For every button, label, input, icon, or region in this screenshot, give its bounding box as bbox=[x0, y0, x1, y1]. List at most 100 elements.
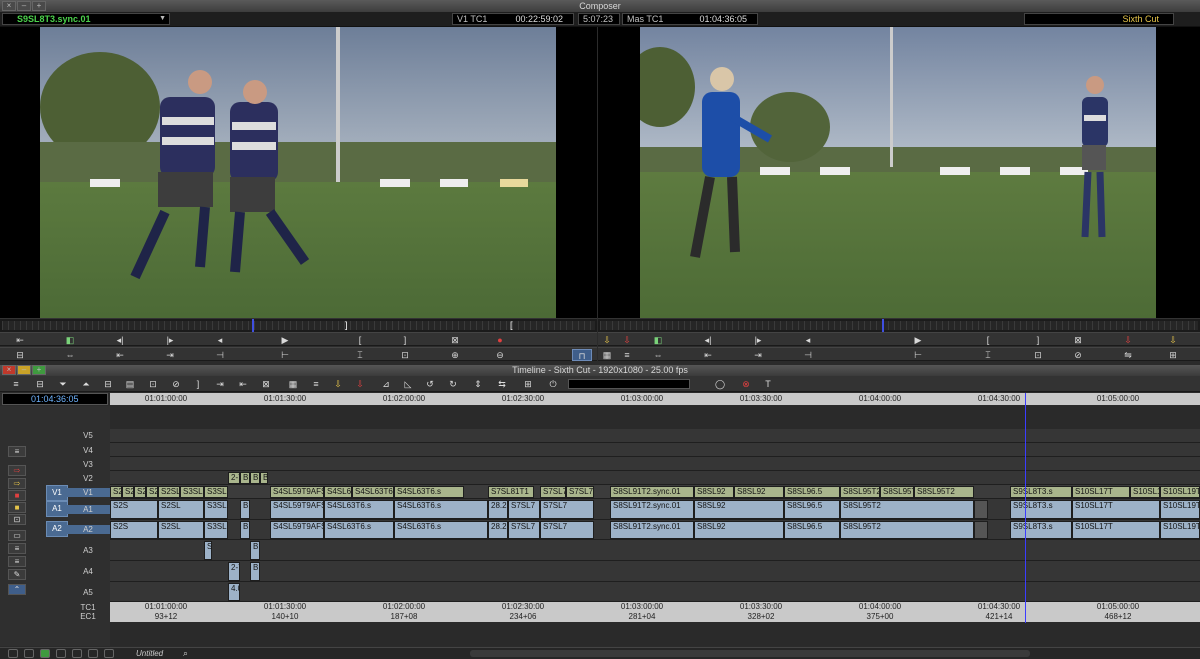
ruler-icon[interactable]: ⊟ bbox=[100, 378, 116, 390]
clip-segment[interactable]: S3SL bbox=[204, 486, 228, 498]
monitor-small-icon[interactable]: ⊡ bbox=[8, 514, 26, 525]
list-toolbar-icon[interactable]: ≡ bbox=[308, 378, 324, 390]
clip-segment[interactable]: S4SL63T6.s bbox=[394, 521, 488, 539]
sequence-name-menu[interactable]: Sixth Cut bbox=[1024, 13, 1174, 25]
match-frame-icon[interactable]: ⊟ bbox=[10, 349, 30, 361]
home-icon[interactable] bbox=[88, 649, 98, 658]
video-quality-icon[interactable]: ⊗ bbox=[738, 378, 754, 390]
source-position-indicator[interactable] bbox=[252, 319, 254, 332]
clip-segment[interactable]: S9SL8T3.s bbox=[1010, 486, 1072, 498]
yellow-marker-icon[interactable]: ■ bbox=[8, 502, 26, 513]
record-position-indicator[interactable] bbox=[882, 319, 884, 332]
timeline-scrollbar[interactable] bbox=[470, 650, 1030, 657]
clip-segment[interactable]: S7SL7 bbox=[540, 486, 566, 498]
track-v4[interactable] bbox=[110, 443, 1200, 457]
go-to-out-record-icon[interactable]: ⇥ bbox=[748, 349, 768, 361]
clip-segment[interactable]: S4SL63T6.s bbox=[324, 500, 394, 519]
clip-segment[interactable]: S2SL bbox=[158, 500, 204, 519]
source-patch-v1[interactable]: V1 bbox=[46, 485, 68, 501]
trim-icon[interactable]: ⊞ bbox=[1163, 349, 1183, 361]
clip-segment[interactable]: S3SL bbox=[204, 521, 228, 539]
play-in-out-record-icon[interactable]: ◧ bbox=[648, 334, 668, 346]
add-edit-icon[interactable]: ⊞ bbox=[520, 378, 536, 390]
clip-segment[interactable]: B bbox=[240, 500, 250, 519]
extract-toolbar-icon[interactable]: ⇩ bbox=[352, 378, 368, 390]
track-a1[interactable]: S2S S2SL S3SL B S4SL59T9AFS S4SL63T6.s S… bbox=[110, 499, 1200, 520]
clip-segment[interactable]: S8SL95T2 bbox=[840, 521, 974, 539]
rewind-record-icon[interactable]: ◂ bbox=[798, 334, 818, 346]
play-in-out-icon[interactable]: ◧ bbox=[60, 334, 80, 346]
go-to-out-icon[interactable]: ⇥ bbox=[160, 349, 180, 361]
clip-segment[interactable]: B bbox=[250, 472, 260, 484]
clip-segment[interactable]: S10SL17T bbox=[1072, 486, 1130, 498]
record-record-icon[interactable]: ⇩ bbox=[1118, 334, 1138, 346]
monitor-icon[interactable]: ⊡ bbox=[145, 378, 161, 390]
play-record-icon[interactable]: ▶ bbox=[908, 334, 928, 346]
source-patch-a2[interactable]: A2 bbox=[46, 521, 68, 537]
list-small-icon[interactable]: ≡ bbox=[8, 543, 26, 554]
lift-icon[interactable]: ⊕ bbox=[445, 349, 465, 361]
tc1-ec1-ruler[interactable]: 01:01:00:00 01:01:30:00 01:02:00:00 01:0… bbox=[110, 602, 1200, 622]
clip-segment[interactable]: S9SL8T3.s bbox=[1010, 500, 1072, 519]
clip-segment[interactable]: S2SL bbox=[158, 486, 180, 498]
track-label-v3[interactable]: V3 bbox=[66, 460, 110, 469]
clip-segment[interactable]: S7SL7 bbox=[508, 500, 540, 519]
play-icon[interactable]: ▶ bbox=[275, 334, 295, 346]
segment-mode-icon[interactable]: ⇋ bbox=[1118, 349, 1138, 361]
clip-segment[interactable]: B bbox=[250, 562, 260, 581]
track-a3[interactable]: S2S B bbox=[110, 540, 1200, 561]
clip-segment[interactable]: B bbox=[250, 541, 260, 560]
go-to-in-toolbar-icon[interactable]: ⇤ bbox=[235, 378, 251, 390]
source-patch-a1[interactable]: A1 bbox=[46, 501, 68, 517]
overwrite-red-icon[interactable]: ⇩ bbox=[618, 334, 636, 346]
source-timecode-display[interactable]: V1 TC1 00:22:59:02 bbox=[452, 13, 574, 25]
clip-segment[interactable]: S4SL63T6.s bbox=[324, 486, 352, 498]
clip-segment[interactable]: S8SL91T2.sync.01 bbox=[610, 486, 694, 498]
clip-segment[interactable]: S10SL19T bbox=[1160, 486, 1200, 498]
clip-segment[interactable]: S2S bbox=[110, 521, 158, 539]
clip-segment[interactable]: S4SL63T6.s bbox=[394, 486, 464, 498]
clip-segment[interactable]: S8SL95T2 bbox=[840, 500, 974, 519]
waveform-icon[interactable]: ⌃ bbox=[8, 584, 26, 595]
record-monitor[interactable] bbox=[598, 27, 1200, 318]
clip-segment[interactable]: S8SL91T2.sync.01 bbox=[610, 521, 694, 539]
clip-segment[interactable]: S8SL92 bbox=[734, 486, 784, 498]
list-icon[interactable]: ≡ bbox=[8, 446, 26, 457]
clip-segment-gap[interactable] bbox=[974, 521, 988, 539]
track-icon[interactable]: ▭ bbox=[8, 530, 26, 541]
go-to-in-icon[interactable]: ⇤ bbox=[110, 349, 130, 361]
clip-segment[interactable]: S4SL63T6.s bbox=[352, 486, 394, 498]
green-status-icon[interactable] bbox=[40, 649, 50, 658]
overwrite-icon[interactable]: ⊓ bbox=[572, 349, 592, 361]
previous-edit-record-icon[interactable]: ⊣ bbox=[798, 349, 818, 361]
circle-icon[interactable]: ◯ bbox=[712, 378, 728, 390]
clip-segment[interactable]: S4SL59T9AFS bbox=[270, 500, 324, 519]
source-position-bar[interactable]: ] bbox=[0, 318, 597, 332]
clip-segment-gap[interactable] bbox=[974, 500, 988, 519]
track-label-ec1[interactable]: EC1 bbox=[66, 612, 110, 621]
track-label-a5[interactable]: A5 bbox=[66, 588, 110, 597]
clip-segment[interactable]: S8SL95T2 bbox=[914, 486, 974, 498]
clip-segment[interactable]: S2S bbox=[204, 541, 212, 560]
arrow-right-icon[interactable]: ⇨ bbox=[8, 465, 26, 476]
clip-segment[interactable]: S3SL bbox=[180, 486, 204, 498]
clip-segment[interactable]: S7SL7 bbox=[540, 521, 594, 539]
clip-segment[interactable]: S8SL95T2 bbox=[880, 486, 914, 498]
pen-icon[interactable]: ✎ bbox=[8, 569, 26, 580]
extract-icon[interactable]: ⊖ bbox=[490, 349, 510, 361]
timeline-ruler[interactable]: 01:01:00:00 01:01:30:00 01:02:00:00 01:0… bbox=[110, 393, 1200, 405]
track-v1[interactable]: S2S S2S S2S S2S S2SL S3SL S3SL S4SL59T9A… bbox=[110, 485, 1200, 499]
settings-gear-icon[interactable] bbox=[24, 649, 34, 658]
clip-segment[interactable]: S2S bbox=[110, 486, 122, 498]
clip-segment[interactable]: S10SL17T bbox=[1130, 486, 1160, 498]
settings-icon[interactable]: ⊟ bbox=[32, 378, 48, 390]
record-mode-icon[interactable] bbox=[8, 649, 18, 658]
clip-segment[interactable]: S10SL19T bbox=[1160, 521, 1200, 539]
track-a2[interactable]: S2S S2SL S3SL B S4SL59T9AFS S4SL63T6.s S… bbox=[110, 520, 1200, 540]
track-label-a4[interactable]: A4 bbox=[66, 567, 110, 576]
mark-clip-icon[interactable]: ⌶ bbox=[350, 349, 370, 361]
trim-toolbar-icon[interactable]: ⊠ bbox=[258, 378, 274, 390]
clip-segment[interactable]: S8SL91T2.sync.01 bbox=[610, 500, 694, 519]
go-to-out-toolbar-icon[interactable]: ⇥ bbox=[212, 378, 228, 390]
mark-clip-record-icon[interactable]: ⌶ bbox=[978, 349, 998, 361]
